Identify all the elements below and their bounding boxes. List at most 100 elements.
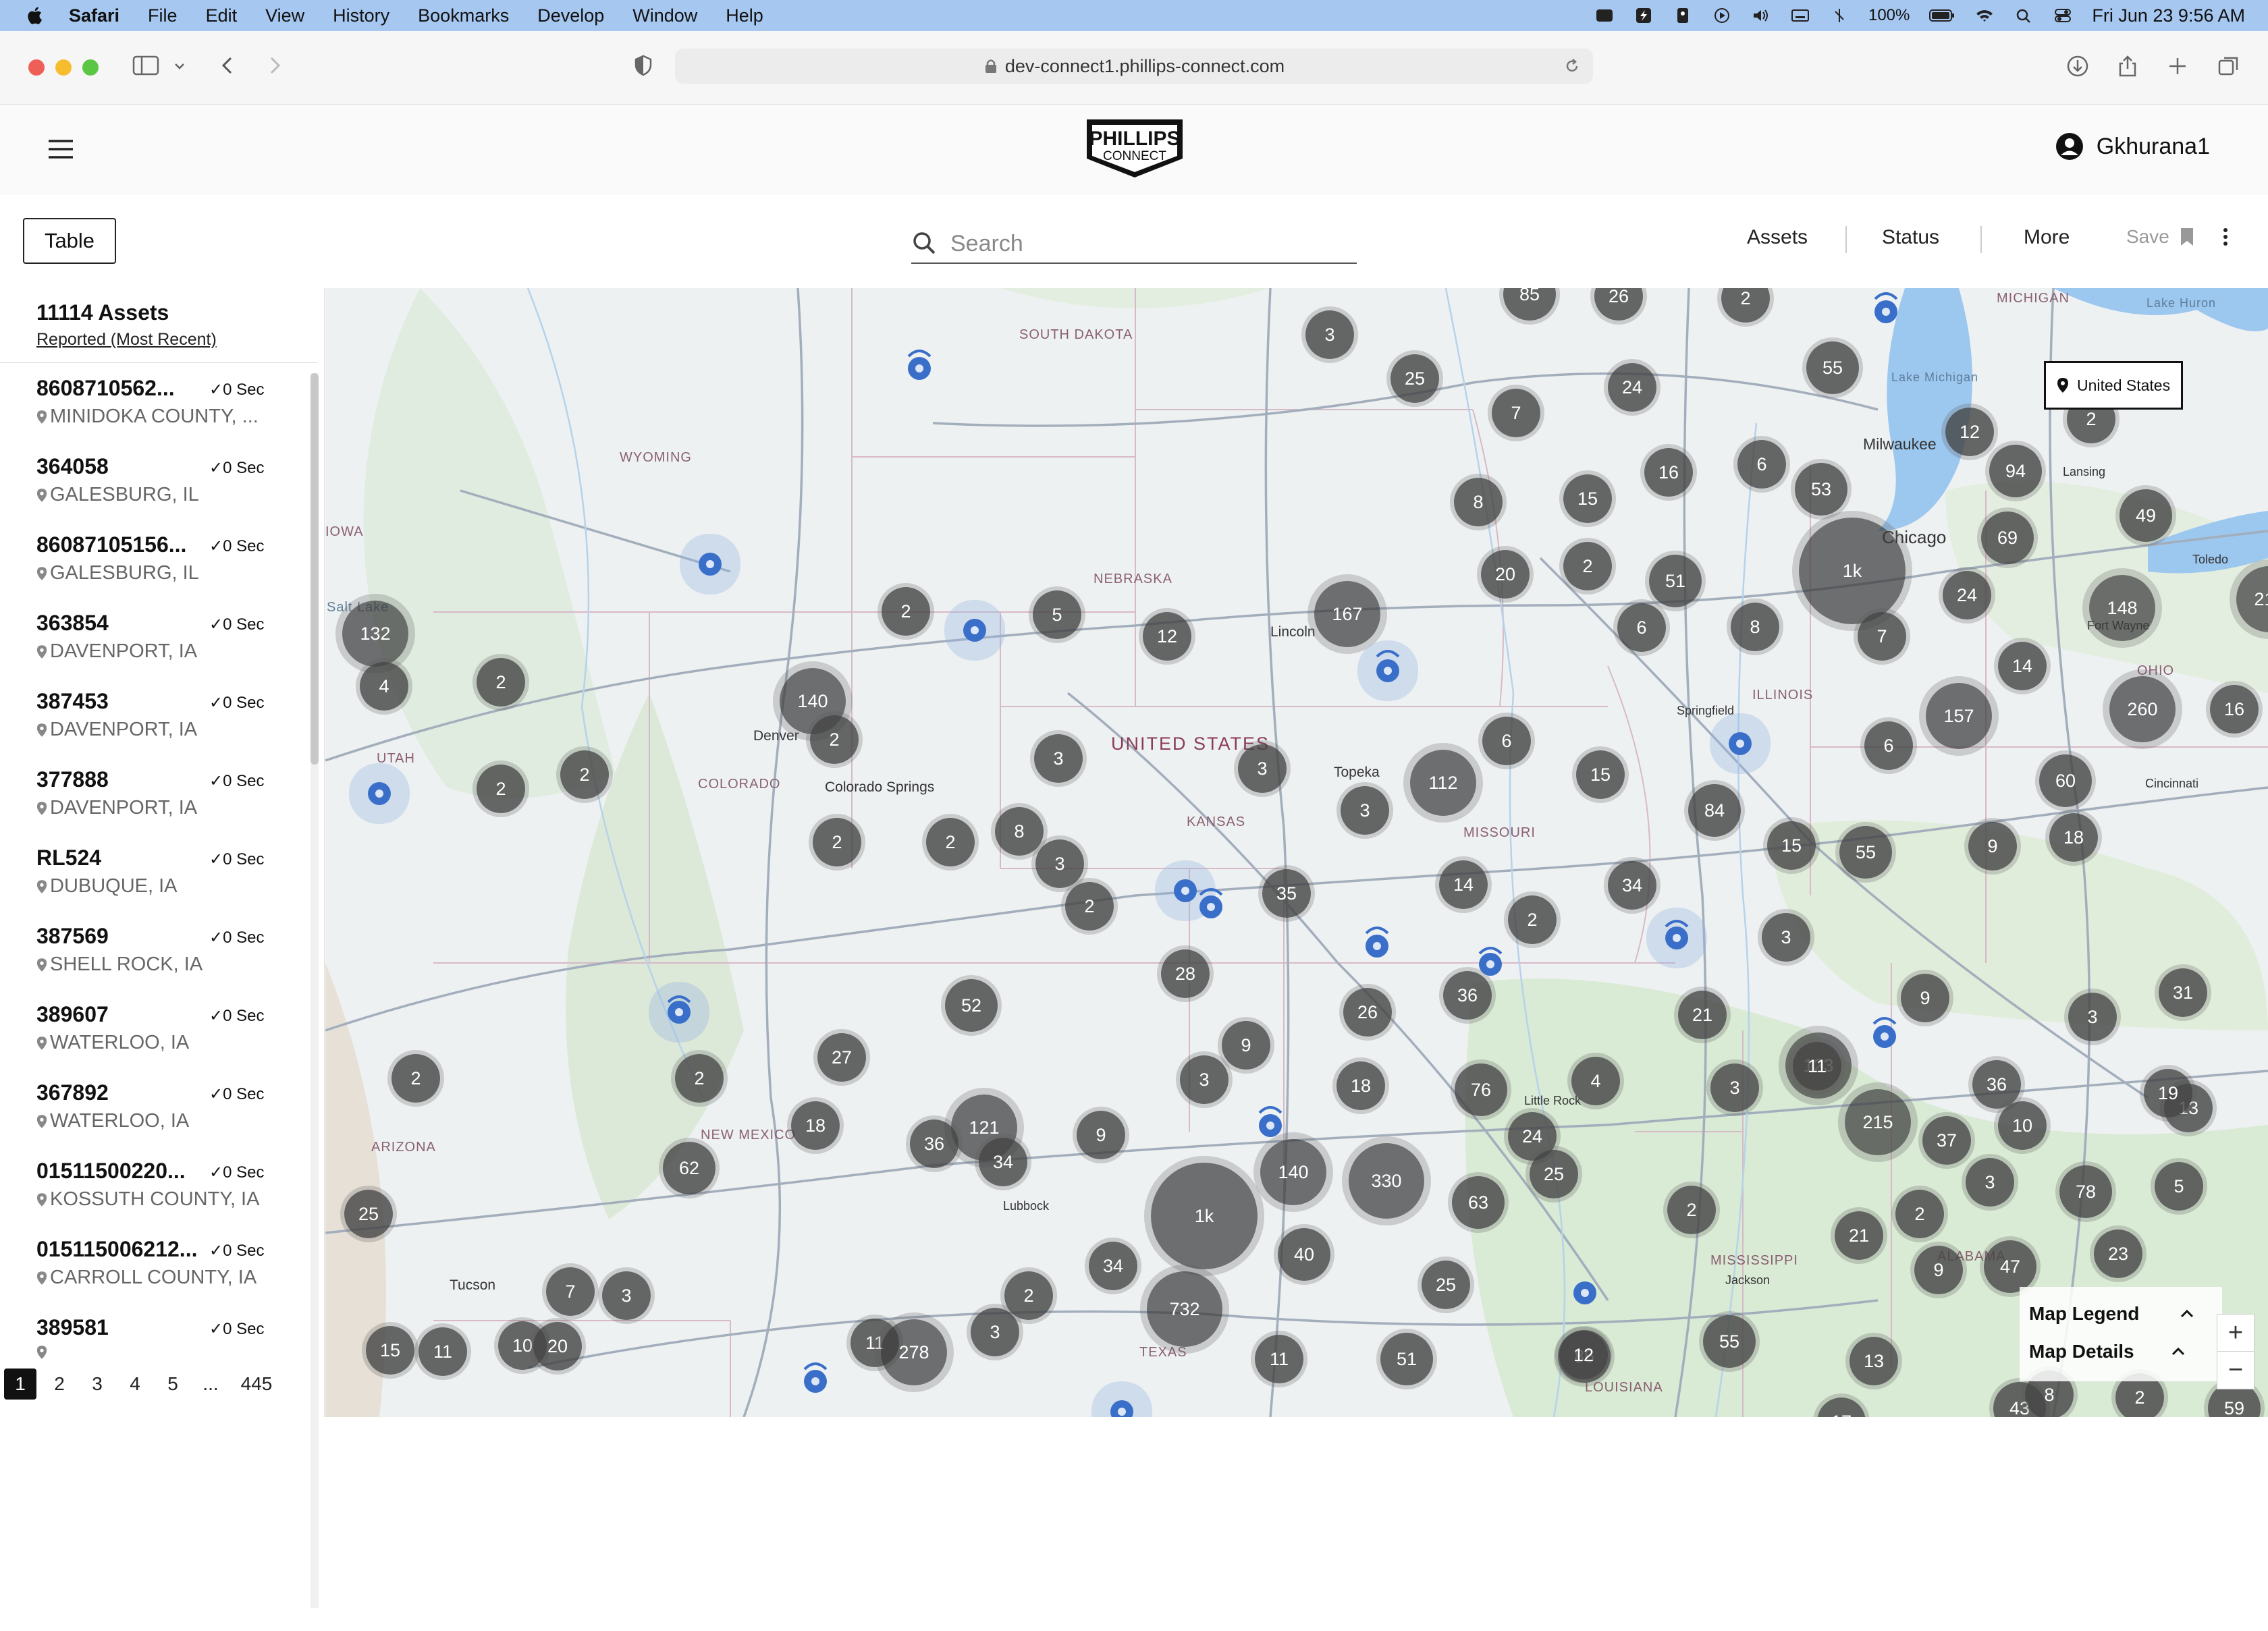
asset-cluster-marker[interactable]: 157 <box>1926 683 1992 749</box>
asset-cluster-marker[interactable]: 25 <box>344 1190 393 1238</box>
asset-cluster-marker[interactable]: 2 <box>675 1054 724 1103</box>
asset-cluster-marker[interactable]: 34 <box>1608 861 1656 910</box>
back-icon[interactable] <box>217 54 238 77</box>
asset-cluster-marker[interactable]: 12 <box>1143 612 1191 661</box>
asset-cluster-marker[interactable]: 3 <box>1305 310 1354 359</box>
asset-cluster-marker[interactable]: 6 <box>1617 603 1666 652</box>
asset-cluster-marker[interactable]: 215 <box>1845 1089 1911 1155</box>
asset-location-marker[interactable] <box>1479 953 1502 976</box>
country-filter-chip[interactable]: United States <box>2044 361 2184 410</box>
asset-list-item[interactable]: 8608710562... ✓0 Sec MINIDOKA COUNTY, ... <box>36 376 293 454</box>
asset-cluster-marker[interactable]: 14 <box>1439 860 1488 909</box>
asset-cluster-marker[interactable]: 36 <box>1443 971 1492 1020</box>
asset-location-marker[interactable] <box>804 1370 827 1393</box>
asset-list-item[interactable]: 389607 ✓0 Sec WATERLOO, IA <box>36 1002 293 1080</box>
page-last[interactable]: 445 <box>230 1369 284 1400</box>
phillips-connect-logo[interactable]: PHILLIPS CONNECT <box>1084 117 1185 179</box>
asset-list-item[interactable]: 363854 ✓0 Sec DAVENPORT, IA <box>36 611 293 689</box>
filter-status[interactable]: Status <box>1882 226 1939 249</box>
asset-cluster-marker[interactable]: 6 <box>1737 440 1786 489</box>
asset-cluster-marker[interactable]: 19 <box>2144 1069 2192 1117</box>
asset-cluster-marker[interactable]: 28 <box>1161 949 1210 998</box>
asset-cluster-marker[interactable]: 3 <box>1035 839 1084 888</box>
asset-cluster-marker[interactable]: 9 <box>1222 1021 1270 1070</box>
asset-location-marker[interactable] <box>1874 300 1897 323</box>
asset-cluster-marker[interactable]: 55 <box>1703 1315 1756 1368</box>
asset-cluster-marker[interactable]: 52 <box>945 979 998 1032</box>
asset-cluster-marker[interactable]: 78 <box>2059 1165 2112 1218</box>
asset-cluster-marker[interactable]: 2 <box>1004 1271 1053 1320</box>
asset-cluster-marker[interactable]: 2 <box>477 658 525 707</box>
asset-cluster-marker[interactable]: 2 <box>1563 542 1612 590</box>
address-bar[interactable]: dev-connect1.phillips-connect.com <box>675 49 1593 84</box>
asset-location-marker[interactable] <box>1366 935 1388 958</box>
asset-list-item[interactable]: 86087105156... ✓0 Sec GALESBURG, IL <box>36 532 293 611</box>
asset-cluster-marker[interactable]: 3 <box>1341 786 1389 835</box>
asset-cluster-marker[interactable]: 10 <box>1998 1101 2047 1150</box>
asset-cluster-marker[interactable]: 6 <box>1482 717 1531 765</box>
asset-cluster-marker[interactable]: 14 <box>1998 642 2047 690</box>
asset-cluster-marker[interactable]: 3 <box>971 1308 1019 1356</box>
asset-cluster-marker[interactable]: 16 <box>2210 685 2259 734</box>
chevron-down-icon[interactable] <box>173 59 186 73</box>
asset-cluster-marker[interactable]: 25 <box>1390 354 1439 403</box>
asset-cluster-marker[interactable]: 148 <box>2089 575 2155 641</box>
asset-cluster-marker[interactable]: 2 <box>1065 882 1114 931</box>
asset-cluster-marker[interactable]: 3 <box>2068 993 2117 1041</box>
asset-cluster-marker[interactable]: 49 <box>2120 489 2172 542</box>
map-legend-toggle[interactable]: Map Legend <box>2029 1303 2194 1325</box>
reload-icon[interactable] <box>1563 57 1581 75</box>
asset-cluster-marker[interactable]: 8 <box>1454 478 1503 526</box>
asset-cluster-marker[interactable]: 15 <box>1576 750 1625 799</box>
asset-cluster-marker[interactable]: 11 <box>1255 1335 1303 1383</box>
asset-cluster-marker[interactable]: 6 <box>1864 721 1913 770</box>
scrollbar-thumb[interactable] <box>310 373 319 765</box>
asset-cluster-marker[interactable]: 27 <box>817 1033 866 1082</box>
asset-cluster-marker[interactable]: 2 <box>1895 1190 1944 1238</box>
asset-cluster-marker[interactable]: 15 <box>1563 474 1612 523</box>
control-center-icon[interactable] <box>2053 7 2073 24</box>
asset-cluster-marker[interactable]: 2 <box>882 587 930 636</box>
status-volume-icon[interactable] <box>1751 7 1771 24</box>
page-3[interactable]: 3 <box>78 1369 116 1400</box>
asset-cluster-marker[interactable]: 63 <box>1452 1176 1505 1229</box>
asset-location-marker[interactable] <box>908 357 931 380</box>
asset-cluster-marker[interactable]: 9 <box>1077 1111 1125 1159</box>
asset-list-item[interactable]: 387453 ✓0 Sec DAVENPORT, IA <box>36 689 293 767</box>
asset-cluster-marker[interactable]: 84 <box>1688 784 1741 837</box>
asset-cluster-marker[interactable]: 3 <box>1180 1055 1228 1104</box>
asset-cluster-marker[interactable]: 732 <box>1147 1271 1222 1347</box>
user-menu[interactable]: Gkhurana1 <box>2055 132 2210 161</box>
asset-cluster-marker[interactable]: 12 <box>1945 408 1994 456</box>
menu-window[interactable]: Window <box>632 5 697 26</box>
asset-cluster-marker[interactable]: 36 <box>910 1119 959 1168</box>
apple-menu-icon[interactable] <box>26 5 46 26</box>
asset-list-item[interactable]: RL524 ✓0 Sec DUBUQUE, IA <box>36 846 293 924</box>
sidebar-toggle-icon[interactable] <box>132 54 159 77</box>
asset-cluster-marker[interactable]: 18 <box>791 1101 840 1150</box>
menu-app-name[interactable]: Safari <box>69 5 119 26</box>
table-view-button[interactable]: Table <box>23 218 116 264</box>
asset-location-marker[interactable] <box>963 619 986 642</box>
privacy-shield-icon[interactable] <box>633 54 653 77</box>
asset-cluster-marker[interactable]: 25 <box>1422 1261 1470 1309</box>
page-2[interactable]: 2 <box>40 1369 78 1400</box>
asset-cluster-marker[interactable]: 20 <box>1481 550 1530 599</box>
asset-cluster-marker[interactable]: 11 <box>1793 1042 1841 1090</box>
asset-list-item[interactable]: 387569 ✓0 Sec SHELL ROCK, IA <box>36 924 293 1002</box>
list-scrollbar[interactable] <box>310 373 319 1608</box>
asset-location-marker[interactable] <box>1199 895 1222 918</box>
asset-location-marker[interactable] <box>1376 659 1399 682</box>
asset-location-marker[interactable] <box>1259 1114 1282 1137</box>
asset-cluster-marker[interactable]: 23 <box>2094 1229 2142 1278</box>
asset-cluster-marker[interactable]: 7 <box>546 1267 595 1316</box>
asset-cluster-marker[interactable]: 2 <box>1508 895 1557 944</box>
asset-cluster-marker[interactable]: 5 <box>1033 590 1081 639</box>
status-keyboard-icon[interactable] <box>1790 7 1810 24</box>
asset-cluster-marker[interactable]: 2 <box>813 818 861 866</box>
asset-cluster-marker[interactable]: 20 <box>533 1322 582 1371</box>
asset-cluster-marker[interactable]: 34 <box>1089 1242 1137 1290</box>
battery-icon[interactable] <box>1928 7 1955 24</box>
forward-icon[interactable] <box>265 54 285 77</box>
asset-location-marker[interactable] <box>1174 879 1197 902</box>
